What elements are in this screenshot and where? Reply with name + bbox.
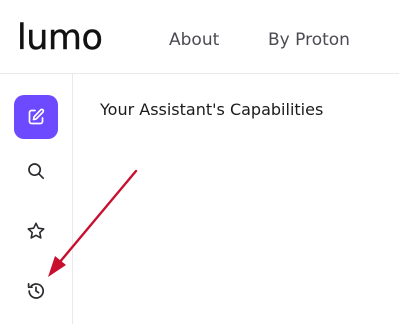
main-content: Your Assistant's Capabilities [73, 74, 399, 324]
nav-link-by-proton[interactable]: By Proton [268, 29, 350, 51]
star-icon [26, 221, 46, 241]
favorites-button[interactable] [14, 209, 58, 253]
page-title: Your Assistant's Capabilities [100, 100, 324, 119]
search-icon [26, 161, 46, 181]
search-button[interactable] [14, 149, 58, 193]
page: lumo About By Proton Your Assistant's Ca… [0, 0, 399, 324]
history-icon [25, 280, 47, 302]
nav-link-about[interactable]: About [169, 29, 219, 51]
top-header: lumo About By Proton [0, 0, 399, 74]
sidebar [0, 74, 73, 324]
lumo-logo[interactable]: lumo [17, 14, 103, 62]
new-chat-icon [26, 107, 46, 127]
new-chat-button[interactable] [14, 95, 58, 139]
history-button[interactable] [14, 269, 58, 313]
